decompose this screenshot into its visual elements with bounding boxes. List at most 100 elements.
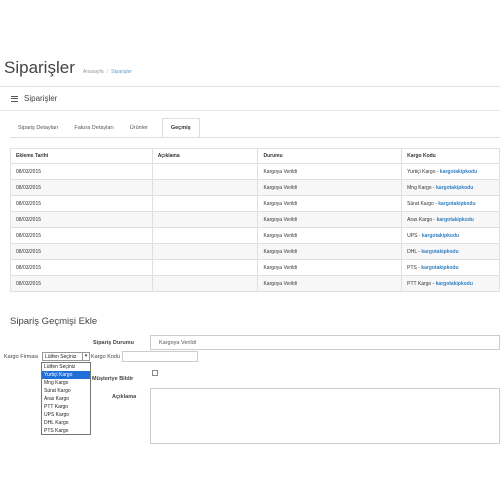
table-row: 08/03/2015 Kargoya Verildi Sürat Kargo -… — [10, 195, 500, 212]
dropdown-option[interactable]: Lütfen Seçiniz — [42, 363, 90, 371]
cell-date: 08/03/2015 — [10, 163, 153, 180]
table-header-row: Ekleme Tarihi Açıklama Durumu Kargo Kodu — [10, 148, 500, 164]
cargo-company: DHL - — [407, 248, 422, 255]
table-row: 08/03/2015 Kargoya Verildi PTS - kargota… — [10, 259, 500, 276]
cell-description — [151, 195, 259, 212]
cell-date: 08/03/2015 — [10, 179, 153, 196]
cell-status: Kargoya Verildi — [257, 243, 403, 260]
table-row: 08/03/2015 Kargoya Verildi PTT Kargo - k… — [10, 275, 500, 292]
order-status-label: Sipariş Durumu — [93, 340, 134, 346]
page-title: Siparişler — [4, 58, 75, 77]
cell-cargo-code: Sürat Kargo - kargotakipkodu — [401, 195, 500, 212]
tracking-code-link[interactable]: kargotakipkodu — [437, 217, 474, 223]
cell-description — [151, 211, 259, 228]
add-history-title: Sipariş Geçmişi Ekle — [10, 316, 98, 327]
table-row: 08/03/2015 Kargoya Verildi DHL - kargota… — [10, 243, 500, 260]
cell-date: 08/03/2015 — [10, 259, 153, 276]
dropdown-option[interactable]: Sürat Kargo — [42, 387, 90, 395]
dropdown-option-highlighted[interactable]: Yurtiçi Kargo — [42, 371, 90, 379]
tracking-code-link[interactable]: kargotakipkodu — [421, 249, 458, 255]
description-label: Açıklama — [112, 394, 137, 400]
tracking-code-link[interactable]: kargotakipkodu — [438, 201, 475, 207]
tabs-divider — [10, 137, 500, 138]
cargo-company-selected: Lütfen Seçiniz — [45, 353, 77, 360]
cell-description — [151, 259, 259, 276]
cell-date: 08/03/2015 — [10, 275, 153, 292]
dropdown-option[interactable]: DHL Kargo — [42, 419, 90, 427]
dropdown-option[interactable]: PTS Kargo — [42, 427, 90, 435]
dropdown-option[interactable]: UPS Kargo — [42, 411, 90, 419]
cargo-company: Mng Kargo - — [407, 184, 437, 191]
table-row: 08/03/2015 Kargoya Verildi Mng Kargo - k… — [10, 179, 500, 196]
chevron-down-icon[interactable]: ▾ — [82, 353, 89, 360]
cell-description — [151, 179, 259, 196]
panel-heading: Siparişler — [0, 87, 500, 111]
tracking-code-link[interactable]: kargotakipkodu — [440, 169, 477, 175]
cell-cargo-code: Aras Kargo - kargotakipkodu — [401, 211, 500, 228]
cargo-company-label: Kargo Firması — [4, 354, 39, 360]
cell-description — [151, 243, 259, 260]
cargo-code-input[interactable] — [122, 351, 198, 362]
orders-panel: Siparişler Sipariş Detayları Fatura Deta… — [0, 86, 500, 292]
cargo-company: Sürat Kargo - — [407, 200, 439, 207]
table-row: 08/03/2015 Kargoya Verildi Yurtiçi Kargo… — [10, 163, 500, 180]
column-header-date: Ekleme Tarihi — [10, 148, 153, 164]
dropdown-option[interactable]: PTT Kargo — [42, 403, 90, 411]
cell-cargo-code: PTT Kargo - kargotakipkodu — [401, 275, 500, 292]
cell-date: 08/03/2015 — [10, 243, 153, 260]
dropdown-option[interactable]: Mng Kargo — [42, 379, 90, 387]
cargo-company: PTS - — [407, 264, 422, 271]
cell-cargo-code: Mng Kargo - kargotakipkodu — [401, 179, 500, 196]
breadcrumb-home[interactable]: Anasayfa — [83, 69, 104, 75]
tab-history[interactable]: Geçmiş — [161, 118, 200, 138]
notify-customer-checkbox[interactable] — [152, 370, 158, 376]
cell-status: Kargoya Verildi — [257, 259, 403, 276]
cell-date: 08/03/2015 — [10, 227, 153, 244]
breadcrumb: Anasayfa / Siparişler — [83, 69, 132, 75]
tab-order-details[interactable]: Sipariş Detayları — [10, 118, 66, 138]
cargo-company: UPS - — [407, 232, 422, 239]
cargo-company: Aras Kargo - — [407, 216, 437, 223]
cell-description — [151, 227, 259, 244]
cell-date: 08/03/2015 — [10, 195, 153, 212]
cargo-company-select[interactable]: Lütfen Seçiniz ▾ — [42, 352, 90, 361]
table-row: 08/03/2015 Kargoya Verildi UPS - kargota… — [10, 227, 500, 244]
cargo-company: Yurtiçi Kargo - — [407, 168, 440, 175]
panel-title: Siparişler — [24, 94, 58, 103]
history-table: Ekleme Tarihi Açıklama Durumu Kargo Kodu… — [10, 148, 500, 292]
cell-cargo-code: DHL - kargotakipkodu — [401, 243, 500, 260]
description-textarea[interactable] — [150, 388, 500, 444]
tracking-code-link[interactable]: kargotakipkodu — [436, 185, 473, 191]
breadcrumb-separator: / — [106, 69, 109, 75]
cell-cargo-code: PTS - kargotakipkodu — [401, 259, 500, 276]
column-header-cargo-code: Kargo Kodu — [401, 148, 500, 164]
cell-description — [151, 163, 259, 180]
cell-status: Kargoya Verildi — [257, 227, 403, 244]
notify-customer-label: Müşteriye Bildir — [92, 376, 134, 382]
cargo-company-dropdown: Lütfen Seçiniz Yurtiçi Kargo Mng Kargo S… — [41, 362, 91, 435]
cell-date: 08/03/2015 — [10, 211, 153, 228]
cell-description — [151, 275, 259, 292]
column-header-status: Durumu — [257, 148, 403, 164]
cargo-company: PTT Kargo - — [407, 280, 436, 287]
cell-status: Kargoya Verildi — [257, 179, 403, 196]
dropdown-option[interactable]: Aras Kargo — [42, 395, 90, 403]
cell-status: Kargoya Verildi — [257, 275, 403, 292]
cell-cargo-code: Yurtiçi Kargo - kargotakipkodu — [401, 163, 500, 180]
table-row: 08/03/2015 Kargoya Verildi Aras Kargo - … — [10, 211, 500, 228]
cell-cargo-code: UPS - kargotakipkodu — [401, 227, 500, 244]
tracking-code-link[interactable]: kargotakipkodu — [436, 281, 473, 287]
tab-invoice-details[interactable]: Fatura Detayları — [66, 118, 121, 138]
cell-status: Kargoya Verildi — [257, 163, 403, 180]
page-header: Siparişler Anasayfa / Siparişler — [4, 58, 132, 78]
breadcrumb-current[interactable]: Siparişler — [111, 69, 132, 75]
order-tabs: Sipariş Detayları Fatura Detayları Ürünl… — [10, 118, 200, 138]
cargo-code-label: Kargo Kodu — [91, 354, 121, 360]
order-status-select[interactable]: Kargoya Verildi — [150, 335, 500, 350]
tracking-code-link[interactable]: kargotakipkodu — [422, 233, 459, 239]
tracking-code-link[interactable]: kargotakipkodu — [421, 265, 458, 271]
column-header-description: Açıklama — [151, 148, 259, 164]
cell-status: Kargoya Verildi — [257, 211, 403, 228]
cell-status: Kargoya Verildi — [257, 195, 403, 212]
tab-products[interactable]: Ürünler — [122, 118, 156, 138]
